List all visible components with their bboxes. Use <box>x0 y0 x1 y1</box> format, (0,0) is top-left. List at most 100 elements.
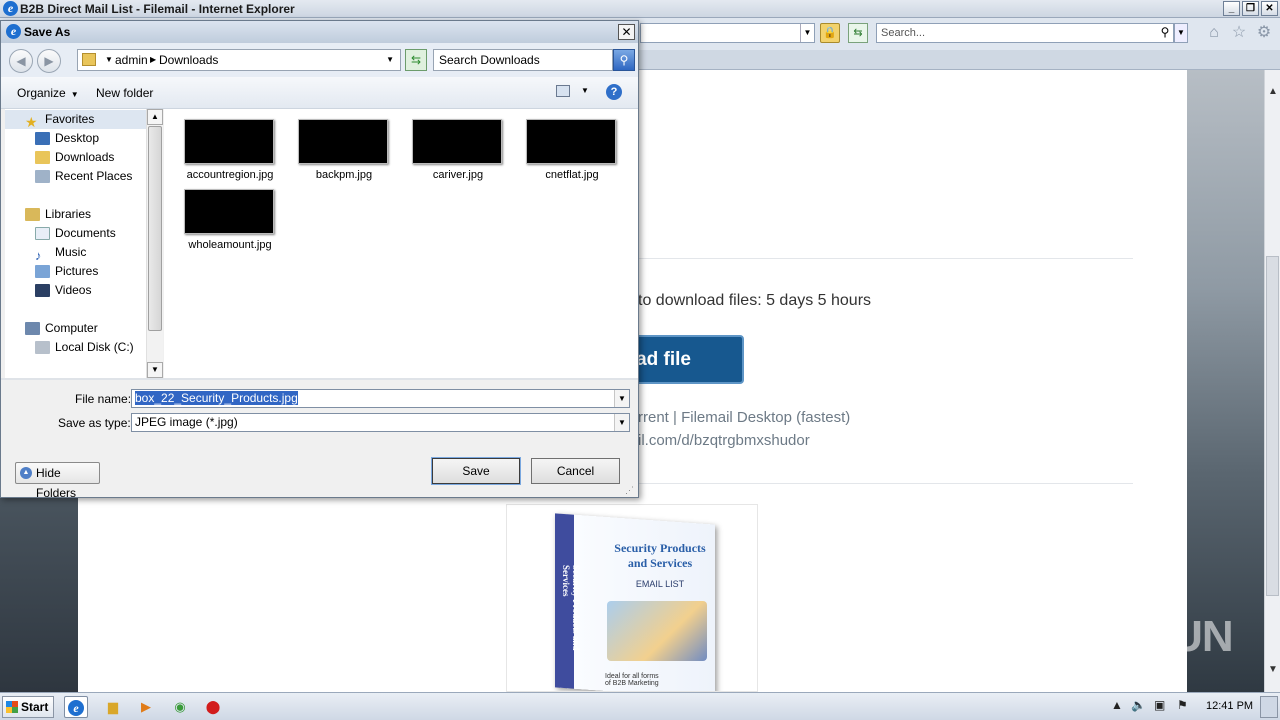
taskbar-ie-icon[interactable]: e <box>64 696 88 718</box>
scroll-thumb[interactable] <box>1266 256 1279 596</box>
nav-pane-scrollbar[interactable]: ▲ ▼ <box>146 109 163 378</box>
nav-item-music[interactable]: ♪ Music <box>35 243 86 263</box>
restore-button[interactable]: ❐ <box>1242 1 1259 16</box>
nav-label: Pictures <box>55 264 99 278</box>
chevron-down-icon[interactable]: ▼ <box>386 50 394 70</box>
file-item[interactable]: accountregion.jpg <box>164 109 276 181</box>
help-icon[interactable]: ? <box>606 84 622 100</box>
file-list: accountregion.jpg backpm.jpg cariver.jpg… <box>164 109 638 378</box>
search-icon[interactable]: ⚲ <box>613 49 635 71</box>
scroll-up-icon[interactable]: ▲ <box>147 109 163 125</box>
divider <box>638 258 1133 259</box>
gear-icon[interactable]: ⚙ <box>1255 24 1273 42</box>
chevron-right-icon[interactable]: ▶ <box>150 50 156 70</box>
save-as-type-value: JPEG image (*.jpg) <box>135 415 238 429</box>
nav-item-documents[interactable]: Documents <box>35 224 116 243</box>
breadcrumb[interactable]: ▼ admin ▶ Downloads ▼ <box>77 49 401 71</box>
dialog-title: Save As <box>24 25 71 39</box>
nav-item-libraries[interactable]: Libraries <box>25 205 91 224</box>
nav-item-recent-places[interactable]: Recent Places <box>35 167 132 186</box>
file-item[interactable]: cariver.jpg <box>392 109 504 181</box>
organize-label: Organize <box>17 86 66 100</box>
file-item[interactable]: cnetflat.jpg <box>506 109 618 181</box>
window-controls: _ ❐ ✕ <box>1223 1 1278 16</box>
volume-icon[interactable]: 🔈 <box>1131 698 1146 712</box>
browser-title: B2B Direct Mail List - Filemail - Intern… <box>20 2 295 16</box>
scroll-down-icon[interactable]: ▼ <box>147 362 163 378</box>
search-icon[interactable]: ⚲ <box>1156 23 1174 43</box>
file-name: cnetflat.jpg <box>545 169 599 181</box>
product-subtitle: EMAIL LIST <box>635 579 685 589</box>
scroll-thumb[interactable] <box>148 126 162 331</box>
organize-button[interactable]: Organize ▼ <box>17 86 79 100</box>
taskbar: Start e ▆ ▶ ◉ ⬤ ▲ 🔈 ▣ ⚑ 12:41 PM <box>0 692 1280 720</box>
resize-grip-icon[interactable]: ⋰ <box>625 485 637 497</box>
nav-item-downloads[interactable]: Downloads <box>35 148 114 167</box>
chevron-down-icon[interactable]: ▼ <box>614 414 629 431</box>
minimize-button[interactable]: _ <box>1223 1 1240 16</box>
browser-search-input[interactable]: Search... <box>876 23 1174 43</box>
nav-item-computer[interactable]: Computer <box>25 319 98 338</box>
search-dropdown-icon[interactable]: ▼ <box>1174 23 1188 43</box>
star-icon: ★ <box>25 114 38 131</box>
file-item[interactable]: wholeamount.jpg <box>164 179 276 251</box>
breadcrumb-downloads[interactable]: Downloads <box>159 50 218 70</box>
nav-item-pictures[interactable]: Pictures <box>35 262 98 281</box>
change-view-icon[interactable] <box>556 85 570 97</box>
chevron-down-icon[interactable]: ▼ <box>105 50 113 70</box>
file-item[interactable]: backpm.jpg <box>278 109 390 181</box>
new-folder-button[interactable]: New folder <box>96 86 153 100</box>
page-background-right <box>1187 70 1264 692</box>
ie-logo-icon: e <box>3 1 18 16</box>
divider <box>638 483 1133 484</box>
nav-item-favorites[interactable]: ★ Favorites <box>5 110 146 131</box>
taskbar-explorer-icon[interactable]: ▆ <box>101 696 125 718</box>
network-icon[interactable]: ▣ <box>1154 698 1165 712</box>
save-as-type-select[interactable]: JPEG image (*.jpg) ▼ <box>131 413 630 432</box>
clock[interactable]: 12:41 PM <box>1206 700 1253 712</box>
nav-item-videos[interactable]: Videos <box>35 281 91 300</box>
hide-folders-button[interactable]: ▲ Hide Folders <box>15 462 100 500</box>
favorites-star-icon[interactable]: ☆ <box>1230 24 1248 42</box>
file-thumbnail <box>412 119 502 164</box>
address-bar[interactable]: ▼ <box>640 23 815 43</box>
windows-logo-icon <box>6 701 18 713</box>
refresh-icon[interactable]: ⇆ <box>848 23 868 43</box>
taskbar-opera-icon[interactable]: ⬤ <box>201 696 225 718</box>
back-button[interactable]: ◀ <box>9 49 33 73</box>
divider <box>1 378 638 380</box>
nav-item-desktop[interactable]: Desktop <box>35 129 99 148</box>
taskbar-media-player-icon[interactable]: ▶ <box>134 696 158 718</box>
nav-item-local-disk[interactable]: Local Disk (C:) <box>35 338 134 357</box>
address-dropdown-icon[interactable]: ▼ <box>800 24 814 42</box>
nav-label: Computer <box>45 321 98 335</box>
scroll-down-icon[interactable]: ▼ <box>1265 662 1280 678</box>
close-window-button[interactable]: ✕ <box>1261 1 1278 16</box>
tray-expand-icon[interactable]: ▲ <box>1111 698 1123 712</box>
action-center-flag-icon[interactable]: ⚑ <box>1177 698 1188 712</box>
file-name-input[interactable]: box_22_Security_Products.jpg ▼ <box>131 389 630 408</box>
nav-label: Favorites <box>45 112 95 126</box>
file-name-value[interactable]: box_22_Security_Products.jpg <box>135 391 298 405</box>
chevron-down-icon[interactable]: ▼ <box>581 86 589 95</box>
breadcrumb-admin[interactable]: admin <box>115 50 148 70</box>
cancel-button[interactable]: Cancel <box>531 458 620 484</box>
documents-icon <box>35 227 50 241</box>
lock-icon[interactable]: 🔒 <box>820 23 840 43</box>
downloads-folder-icon <box>35 151 50 165</box>
save-as-type-label: Save as type: <box>58 416 131 430</box>
chevron-down-icon[interactable]: ▼ <box>614 390 629 407</box>
show-desktop-button[interactable] <box>1260 696 1278 718</box>
start-button[interactable]: Start <box>2 696 54 718</box>
scroll-up-icon[interactable]: ▲ <box>1265 84 1280 100</box>
refresh-icon[interactable]: ⇆ <box>405 49 427 71</box>
taskbar-chrome-icon[interactable]: ◉ <box>168 696 192 718</box>
dialog-search-input[interactable]: Search Downloads <box>433 49 613 71</box>
home-icon[interactable]: ⌂ <box>1205 24 1223 42</box>
forward-button[interactable]: ▶ <box>37 49 61 73</box>
share-link[interactable]: il.com/d/bzqtrgbmxshudor <box>638 432 810 449</box>
page-scrollbar[interactable]: ▲ ▼ <box>1264 70 1280 692</box>
save-button[interactable]: Save <box>431 457 521 485</box>
dialog-close-button[interactable]: ✕ <box>618 24 635 40</box>
alternative-download-links[interactable]: rrent | Filemail Desktop (fastest) <box>638 409 850 426</box>
